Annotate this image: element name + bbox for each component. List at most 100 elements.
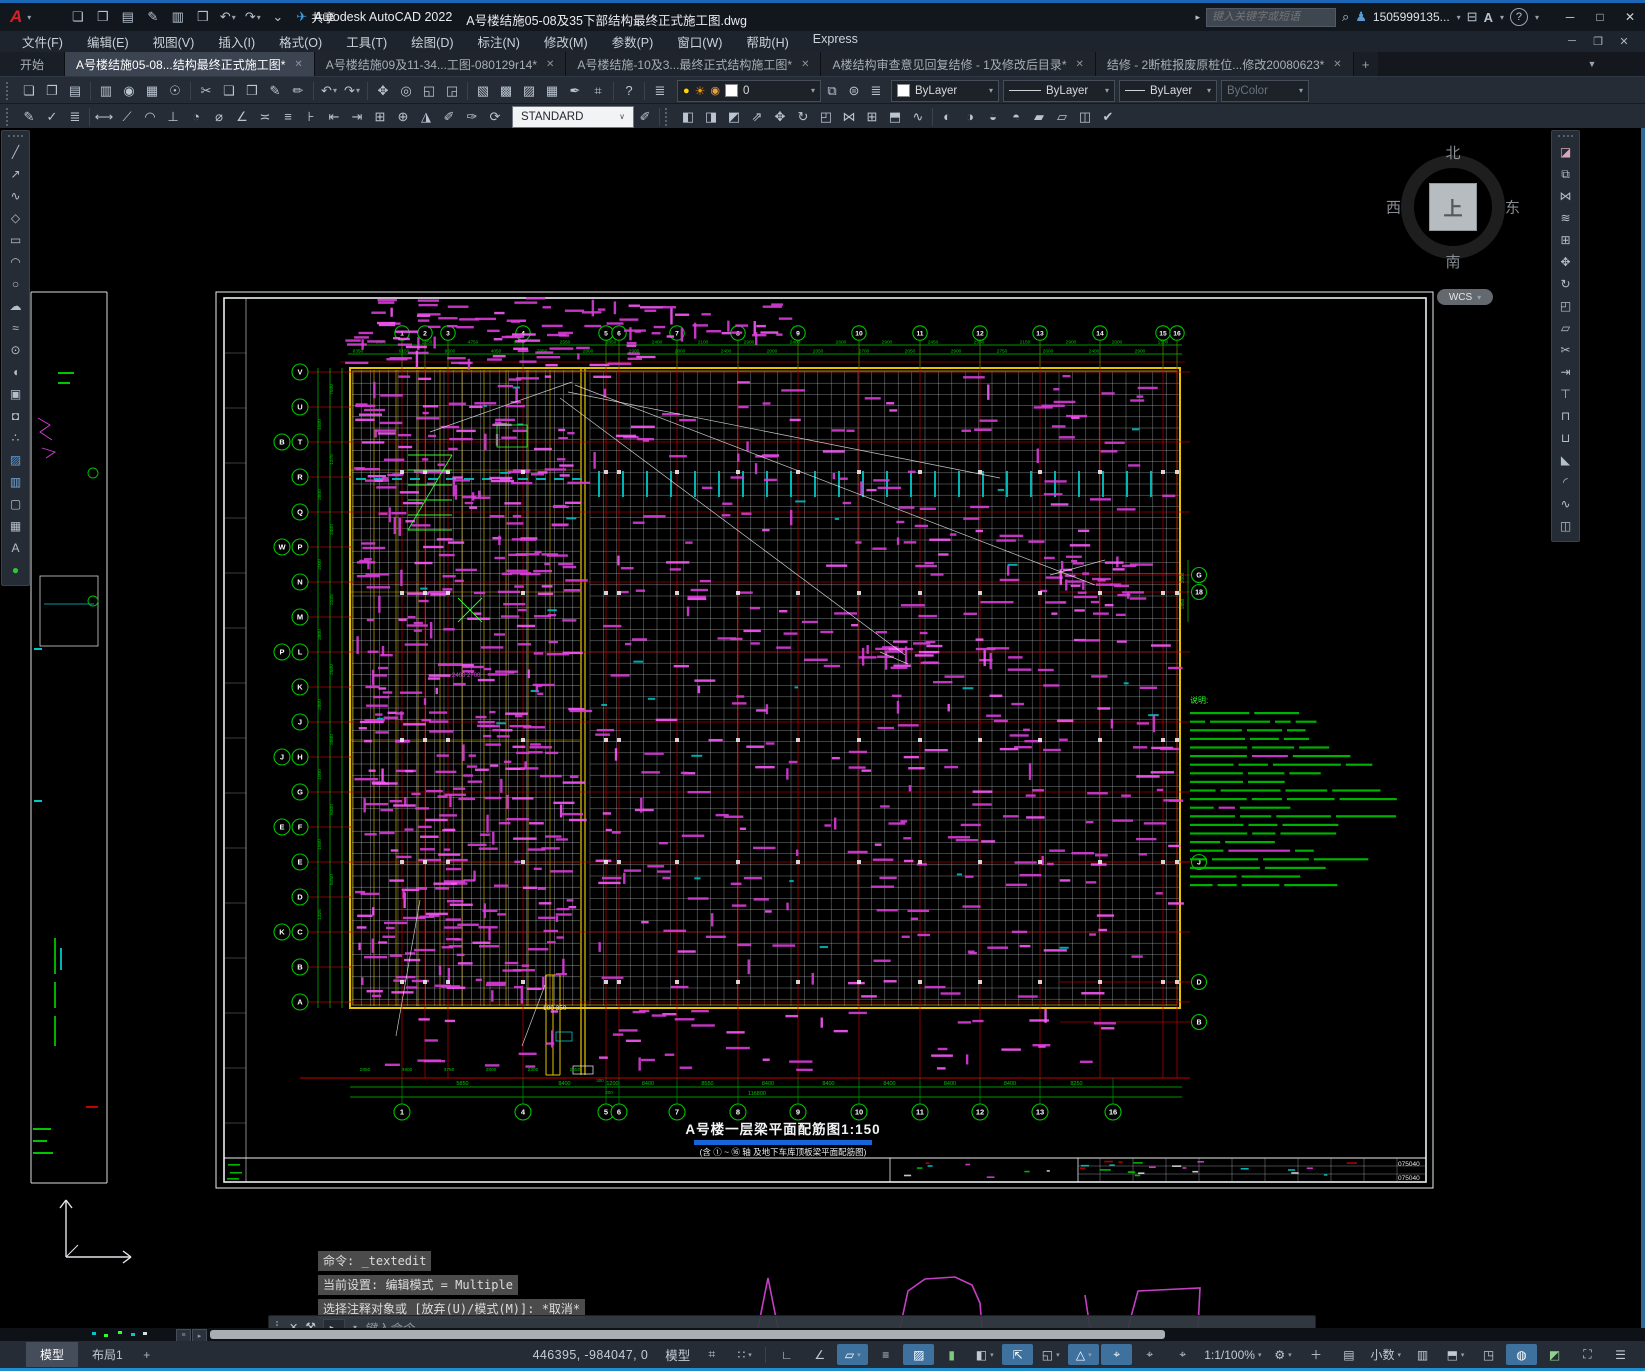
dim-style-dropdown[interactable]: STANDARD ∨ bbox=[512, 105, 634, 128]
save-icon[interactable]: ▤ bbox=[64, 80, 86, 102]
explode-icon[interactable]: ◫ bbox=[1555, 516, 1576, 536]
selection-cycling-icon[interactable]: ▮ bbox=[936, 1344, 967, 1365]
dim-radius-icon[interactable]: ◔ bbox=[185, 106, 207, 128]
etransmit-icon[interactable]: ☉ bbox=[164, 80, 186, 102]
command-bar[interactable]: ✕ ⚒ ▸_ ▾ 键入命令 bbox=[268, 1315, 1316, 1328]
text-edit-icon[interactable]: ✎ bbox=[18, 106, 40, 128]
command-caret-icon[interactable]: ▾ bbox=[353, 1323, 357, 1329]
doc-minimize-icon[interactable]: ─ bbox=[1559, 35, 1585, 48]
dim-update-icon[interactable]: ⟳ bbox=[484, 106, 506, 128]
qat-overflow-icon[interactable]: ⌄ bbox=[265, 6, 290, 28]
array-icon[interactable]: ⊞ bbox=[1555, 230, 1576, 250]
annotation-visibility-icon[interactable]: ▤ bbox=[1333, 1344, 1364, 1365]
layer-properties-icon[interactable]: ≣ bbox=[649, 80, 671, 102]
designcenter-icon[interactable]: ▩ bbox=[495, 80, 517, 102]
join-icon[interactable]: ⊔ bbox=[1555, 428, 1576, 448]
quick-dim-icon[interactable]: ≍ bbox=[254, 106, 276, 128]
file-tab-0[interactable]: A号楼结施05-08...结构最终正式施工图* ✕ bbox=[65, 52, 315, 76]
intersect-icon[interactable]: ◒ bbox=[982, 106, 1004, 128]
layer-on-icon[interactable]: ● bbox=[683, 85, 690, 97]
rotate-icon[interactable]: ↻ bbox=[1555, 274, 1576, 294]
clean-screen-icon[interactable]: ⛶ bbox=[1572, 1344, 1603, 1365]
wcs-button[interactable]: WCS ▾ bbox=[1437, 289, 1493, 305]
markup-icon[interactable]: ✒ bbox=[564, 80, 586, 102]
sweep-icon[interactable]: ∿ bbox=[907, 106, 929, 128]
annotation-switch-icon[interactable]: ⚙ ▾ bbox=[1267, 1344, 1298, 1365]
undo-icon[interactable]: ↶ ▾ bbox=[215, 6, 240, 28]
dim-arc-icon[interactable]: ◠ bbox=[139, 106, 161, 128]
graphics-performance-icon[interactable]: ◍ bbox=[1506, 1344, 1537, 1365]
model-space-button[interactable]: 模型 bbox=[661, 1344, 694, 1365]
annotation-scale-label[interactable]: 1:1/100% ▾ bbox=[1200, 1344, 1265, 1365]
app-store-cart-icon[interactable]: ⊟ bbox=[1467, 9, 1478, 25]
match-properties-icon[interactable]: ✎ bbox=[264, 80, 286, 102]
layer-freeze-icon[interactable]: ☀ bbox=[695, 84, 706, 98]
open-icon[interactable]: ❐ bbox=[90, 6, 115, 28]
saveas-icon[interactable]: ✎ bbox=[140, 6, 165, 28]
autodesk-a-icon[interactable]: A bbox=[1484, 10, 1493, 25]
trim-icon[interactable]: ✂ bbox=[1555, 340, 1576, 360]
viewcube-south[interactable]: 南 bbox=[1445, 251, 1460, 272]
dim-diameter-icon[interactable]: ⌀ bbox=[208, 106, 230, 128]
isolate-objects-icon[interactable]: ◳ bbox=[1473, 1344, 1504, 1365]
new-tab-button[interactable]: + bbox=[1353, 52, 1378, 76]
search-input[interactable] bbox=[1205, 7, 1336, 27]
command-prompt-icon[interactable]: ▸_ bbox=[322, 1318, 345, 1328]
undo-icon[interactable]: ↶ ▾ bbox=[318, 80, 340, 102]
point-style-icon[interactable]: ● bbox=[5, 560, 26, 580]
sheet-set-icon[interactable]: ▦ bbox=[541, 80, 563, 102]
stretch-icon[interactable]: ▱ bbox=[1555, 318, 1576, 338]
viewcube-east[interactable]: 东 bbox=[1505, 197, 1520, 218]
extrude-icon[interactable]: ⇗ bbox=[746, 106, 768, 128]
dim-jogged-icon[interactable]: ◮ bbox=[415, 106, 437, 128]
toolbar-grip[interactable] bbox=[6, 107, 13, 126]
move-icon[interactable]: ✥ bbox=[1555, 252, 1576, 272]
revision-cloud-icon[interactable]: ☁ bbox=[5, 296, 26, 316]
spell-check-icon[interactable]: ✓ bbox=[41, 106, 63, 128]
tab-close-icon[interactable]: ✕ bbox=[1076, 59, 1084, 70]
lock-ui-icon[interactable]: ⬒ ▾ bbox=[1440, 1344, 1471, 1365]
dim-baseline-icon[interactable]: ≡ bbox=[277, 106, 299, 128]
thicken-icon[interactable]: ▰ bbox=[1028, 106, 1050, 128]
copy-clip-icon[interactable]: ❑ bbox=[218, 80, 240, 102]
dim-style-icon[interactable]: ✐ bbox=[634, 106, 656, 128]
erase-icon[interactable]: ◪ bbox=[1555, 142, 1576, 162]
menu-item-9[interactable]: 参数(P) bbox=[600, 30, 666, 53]
dynamic-ucs-icon[interactable]: ◱ ▾ bbox=[1035, 1344, 1066, 1365]
interfere-icon[interactable]: ▱ bbox=[1051, 106, 1073, 128]
user-avatar-icon[interactable]: ♟ bbox=[1355, 9, 1367, 25]
units-label[interactable]: 小数 ▾ bbox=[1366, 1344, 1405, 1365]
union-icon[interactable]: ◐ bbox=[936, 106, 958, 128]
object-snap-icon[interactable]: △ ▾ bbox=[1068, 1344, 1100, 1365]
block-editor-icon[interactable]: ✏ bbox=[287, 80, 309, 102]
3d-array-icon[interactable]: ⊞ bbox=[861, 106, 883, 128]
extend-icon[interactable]: ⇥ bbox=[1555, 362, 1576, 382]
dim-edit-icon[interactable]: ✐ bbox=[438, 106, 460, 128]
tab-close-icon[interactable]: ✕ bbox=[546, 59, 554, 70]
box-icon[interactable]: ◧ bbox=[677, 106, 699, 128]
file-tab-2[interactable]: A号楼结施-10及3...最终正式结构施工图* ✕ bbox=[566, 52, 822, 76]
maximize-button[interactable]: □ bbox=[1585, 6, 1615, 28]
dim-angular-icon[interactable]: ∠ bbox=[231, 106, 253, 128]
scale-icon[interactable]: ◰ bbox=[1555, 296, 1576, 316]
spline-icon[interactable]: ≈ bbox=[5, 318, 26, 338]
menu-item-4[interactable]: 格式(O) bbox=[267, 30, 334, 53]
offset-icon[interactable]: ≋ bbox=[1555, 208, 1576, 228]
polyline-icon[interactable]: ∿ bbox=[5, 186, 26, 206]
user-caret-icon[interactable]: ▾ bbox=[1457, 13, 1461, 22]
publish-icon[interactable]: ▦ bbox=[141, 80, 163, 102]
menu-item-8[interactable]: 修改(M) bbox=[532, 30, 600, 53]
qnew-icon[interactable]: ❏ bbox=[18, 80, 40, 102]
ellipse-icon[interactable]: ⊙ bbox=[5, 340, 26, 360]
menu-item-3[interactable]: 插入(I) bbox=[206, 30, 267, 53]
solid-check-icon[interactable]: ✔ bbox=[1097, 106, 1119, 128]
3d-mirror-icon[interactable]: ⋈ bbox=[838, 106, 860, 128]
snap-mode-icon[interactable]: ∷ ▾ bbox=[729, 1344, 760, 1365]
doc-close-icon[interactable]: ✕ bbox=[1611, 35, 1637, 48]
wedge-icon[interactable]: ◨ bbox=[700, 106, 722, 128]
zoom-window-icon[interactable]: ◱ bbox=[418, 80, 440, 102]
layer-dropdown[interactable]: ● ☀ ◉ 0 ▾ bbox=[677, 79, 821, 102]
horizontal-scrollbar[interactable]: ≡ ▸ bbox=[0, 1328, 1645, 1342]
command-input[interactable]: 键入命令 bbox=[364, 1318, 414, 1329]
imprint-icon[interactable]: ◫ bbox=[1074, 106, 1096, 128]
